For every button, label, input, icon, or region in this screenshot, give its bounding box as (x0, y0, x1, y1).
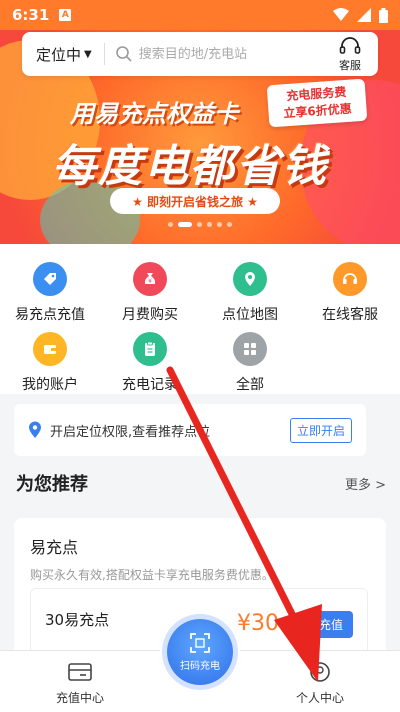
headset-icon (333, 262, 367, 296)
carousel-indicator (0, 222, 400, 227)
scan-charge-button[interactable]: 扫码充电 (167, 619, 233, 685)
carousel-dot-active (178, 222, 192, 227)
wifi-icon (333, 8, 349, 21)
location-permission-card: 开启定位权限,查看推荐点位 立即开启 (14, 404, 366, 456)
location-label: 定位中 (36, 45, 82, 64)
package-name: 30易充点 (45, 611, 110, 629)
svg-text:¥: ¥ (148, 278, 152, 285)
customer-service-button[interactable]: 客服 (328, 36, 372, 73)
menu-item-station-map[interactable]: 点位地图 (200, 262, 300, 324)
menu-item-label: 我的账户 (22, 377, 78, 393)
location-selector[interactable]: 定位中 ▼ (22, 43, 105, 65)
carousel-dot (227, 222, 232, 227)
tab-label: 个人中心 (295, 691, 344, 705)
wallet-card-icon (68, 663, 92, 681)
carousel-dot (207, 222, 212, 227)
package-price: ¥30 (237, 611, 279, 636)
menu-item-recharge-points[interactable]: 易充点充值 (0, 262, 100, 324)
tab-personal-center[interactable]: 个人中心 (270, 661, 370, 706)
menu-item-charging-records[interactable]: 充电记录 (100, 332, 200, 394)
tab-label: 充值中心 (55, 691, 104, 705)
menu-item-my-account[interactable]: 我的账户 (0, 332, 100, 394)
card-description: 购买永久有效,搭配权益卡享充电服务费优惠。 (30, 568, 274, 582)
carousel-dot (197, 222, 202, 227)
recharge-button[interactable]: 充值 (308, 611, 353, 638)
carousel-dot (217, 222, 222, 227)
menu-item-monthly-purchase[interactable]: ¥ 月费购买 (100, 262, 200, 324)
search-input[interactable] (138, 46, 328, 62)
search-bar: 定位中 ▼ 客服 (22, 32, 378, 76)
tab-recharge-center[interactable]: 充值中心 (30, 661, 130, 706)
scan-label: 扫码充电 (180, 661, 220, 672)
grid-icon (233, 332, 267, 366)
headset-icon (339, 36, 361, 54)
section-title: 为您推荐 (16, 474, 88, 495)
menu-item-online-service[interactable]: 在线客服 (300, 262, 400, 324)
menu-item-label: 月费购买 (122, 307, 178, 323)
menu-item-label: 在线客服 (322, 307, 378, 323)
tag-icon (33, 262, 67, 296)
banner-title: 每度电都省钱 (52, 141, 328, 192)
qr-scan-icon (190, 633, 210, 653)
card-title: 易充点 (30, 538, 79, 557)
location-permission-text: 开启定位权限,查看推荐点位 (50, 424, 211, 440)
map-pin-icon (233, 262, 267, 296)
signal-icon (357, 8, 371, 22)
banner-subtitle: ★ 即刻开启省钱之旅 ★ (110, 188, 280, 214)
user-icon (310, 662, 330, 682)
caret-down-icon: ▼ (84, 48, 92, 60)
scan-button-wrapper: 扫码充电 (160, 612, 240, 692)
menu-item-label: 充电记录 (122, 377, 178, 393)
enable-location-button[interactable]: 立即开启 (289, 417, 352, 443)
carousel-dot (168, 222, 173, 227)
recommend-header: 为您推荐 更多 > (16, 470, 386, 496)
clipboard-icon (133, 332, 167, 366)
battery-icon (379, 7, 388, 23)
location-pin-icon (29, 421, 41, 438)
money-bag-icon: ¥ (133, 262, 167, 296)
menu-item-label: 点位地图 (222, 307, 278, 323)
status-bar: 6:31 A (0, 0, 400, 30)
banner-headline: 用易充点权益卡 (70, 100, 238, 128)
quick-menu: 易充点充值 ¥ 月费购买 点位地图 在线客服 我的账户 充电记录 全部 (0, 244, 400, 394)
promo-discount-tag: 充电服务费 立享6折优惠 (266, 78, 368, 128)
notification-badge-icon: A (59, 9, 72, 21)
menu-item-label: 全部 (236, 377, 264, 393)
status-time: 6:31 (12, 6, 50, 24)
more-link[interactable]: 更多 > (345, 474, 386, 493)
menu-item-label: 易充点充值 (15, 307, 85, 323)
menu-item-all[interactable]: 全部 (200, 332, 300, 394)
wallet-icon (33, 332, 67, 366)
search-icon (115, 46, 132, 62)
service-label: 客服 (339, 58, 361, 72)
